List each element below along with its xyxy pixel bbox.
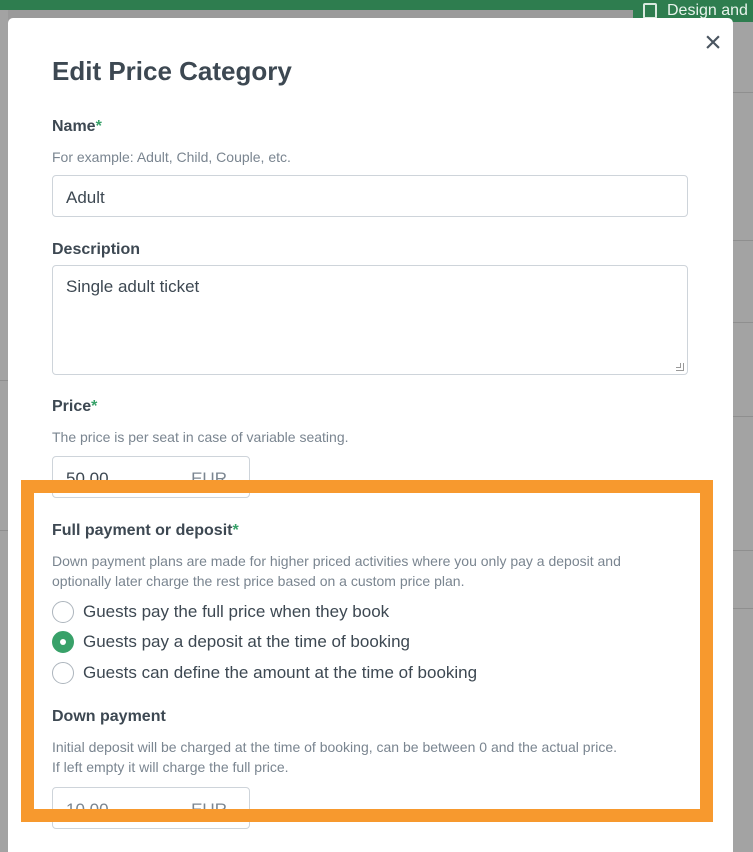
description-label: Description	[52, 241, 141, 258]
name-help: For example: Adult, Child, Couple, etc.	[52, 149, 291, 165]
background-page-right	[733, 22, 753, 852]
highlight-frame	[21, 480, 713, 822]
required-mark: *	[91, 398, 98, 415]
background-page-left	[0, 10, 8, 852]
name-input[interactable]: Adult	[52, 175, 688, 217]
price-label: Price*	[52, 398, 98, 415]
required-mark: *	[95, 118, 102, 135]
close-icon[interactable]: ×	[698, 28, 728, 58]
modal-title: Edit Price Category	[52, 56, 292, 86]
document-icon	[643, 3, 657, 19]
resize-handle[interactable]	[676, 363, 684, 371]
description-textarea[interactable]: Single adult ticket	[52, 265, 688, 375]
name-label: Name*	[52, 118, 102, 135]
price-help: The price is per seat in case of variabl…	[52, 429, 349, 445]
